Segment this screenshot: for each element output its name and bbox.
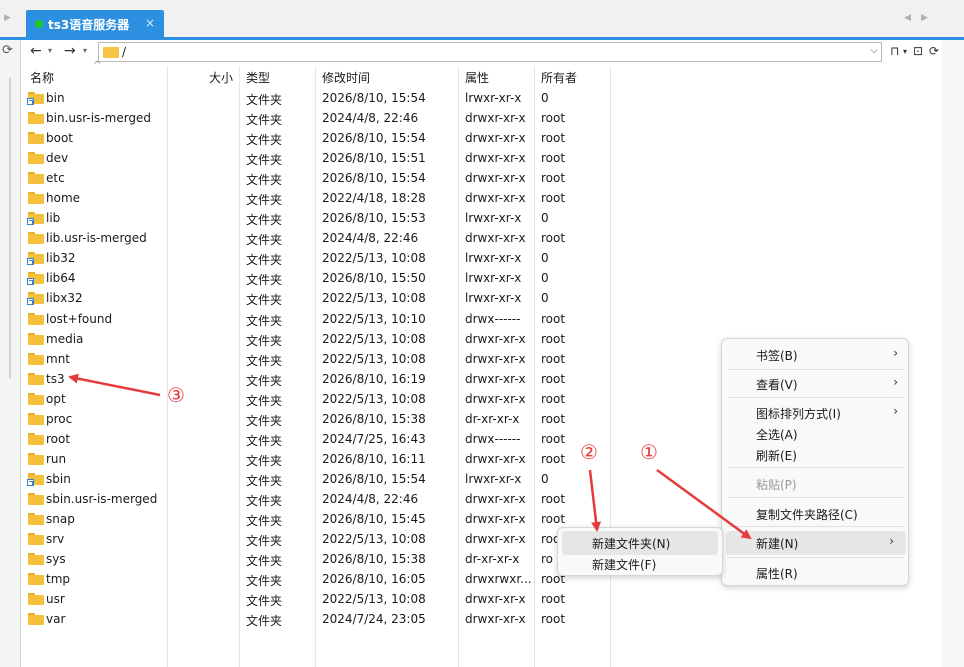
annotation-arrow-1 xyxy=(656,468,752,540)
annotation-number-1: ① xyxy=(640,440,658,464)
annotation-number-2: ② xyxy=(580,440,598,464)
annotation-arrows xyxy=(68,373,752,540)
annotation-arrow-2 xyxy=(588,469,602,532)
annotation-number-3: ③ xyxy=(167,383,185,407)
annotation-arrow-3 xyxy=(68,373,161,397)
